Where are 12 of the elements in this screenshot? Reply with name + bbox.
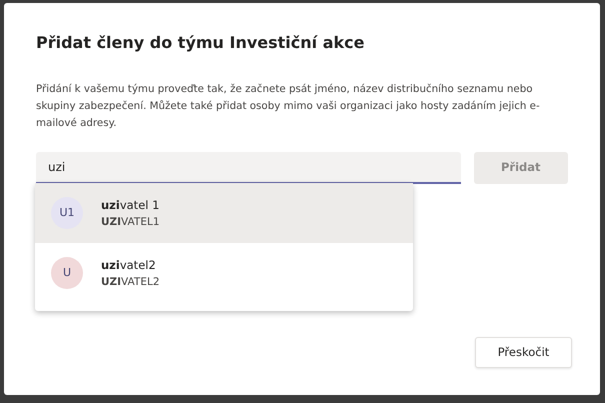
suggestion-item[interactable]: U uzivatel2 UZIVATEL2 <box>35 243 413 303</box>
avatar: U <box>51 257 83 289</box>
user-name: uzivatel 1 <box>101 196 160 214</box>
user-name: uzivatel2 <box>101 256 157 274</box>
suggestion-item[interactable]: U1 uzivatel 1 UZIVATEL1 <box>35 183 413 243</box>
description-text: Přidání k vašemu týmu proveďte tak, že začnete psát jméno, název distribučního seznamu nebo skupiny zabezpečení. Můžete také přidat osoby mimo vaši organizaci jako hosty zadáním jejich e-mailové adresy. <box>36 82 541 131</box>
dialog-title: Přidat členy do týmu Investiční akce <box>36 32 366 54</box>
account-name: UZIVATEL2 <box>101 274 160 290</box>
avatar: U1 <box>51 197 83 229</box>
skip-button[interactable]: Přeskočit <box>475 337 572 368</box>
search-field[interactable]: uzi <box>36 152 461 184</box>
account-name: UZIVATEL1 <box>101 214 160 230</box>
